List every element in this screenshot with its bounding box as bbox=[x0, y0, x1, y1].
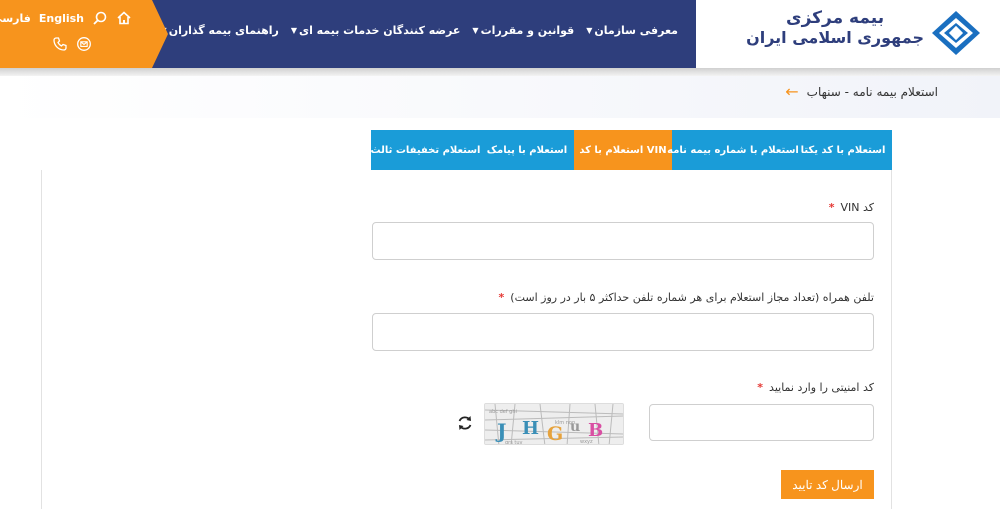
phone-input[interactable] bbox=[372, 313, 874, 351]
vin-label-text: کد VIN bbox=[840, 201, 874, 214]
phone-label: تلفن همراه (تعداد مجاز استعلام برای هر ش… bbox=[499, 291, 874, 304]
captcha-label-text: کد امنیتی را وارد نمایید bbox=[769, 381, 874, 394]
tab-policy-number[interactable]: استعلام با شماره بیمه نامه bbox=[667, 130, 799, 170]
captcha-image: abc def ghi klm nop qrs tuv wxyz J H G u B bbox=[484, 403, 624, 445]
vin-label: کد VIN * bbox=[829, 201, 874, 214]
logo-line-2: جمهوری اسلامی ایران bbox=[746, 28, 924, 47]
page-title: استعلام بیمه نامه - سنهاب bbox=[806, 84, 938, 99]
svg-text:abc def ghi: abc def ghi bbox=[489, 409, 517, 415]
submit-button[interactable]: ارسال کد تایید bbox=[781, 470, 874, 499]
vin-input[interactable] bbox=[372, 222, 874, 260]
menu-item-guide[interactable]: راهنمای بیمه گذاران ▼ bbox=[161, 24, 279, 37]
arrow-left-icon: ← bbox=[785, 82, 799, 101]
svg-text:qrs tuv: qrs tuv bbox=[505, 440, 523, 445]
logo-line-1: بیمه مرکزی bbox=[785, 8, 885, 28]
required-mark: * bbox=[757, 381, 764, 394]
english-link[interactable]: English bbox=[39, 12, 84, 25]
menu-item-label: معرفی سازمان bbox=[594, 24, 678, 37]
inquiry-tabs: استعلام با کد یکتا استعلام با شماره بیمه… bbox=[371, 130, 892, 170]
svg-text:B: B bbox=[588, 420, 603, 441]
contact-icons bbox=[52, 36, 92, 55]
svg-text:G: G bbox=[547, 423, 563, 445]
svg-text:u: u bbox=[570, 419, 580, 435]
utility-bar-pointer bbox=[152, 0, 168, 68]
home-icon[interactable] bbox=[116, 10, 132, 26]
menu-item-label: عرضه کنندگان خدمات بیمه ای bbox=[299, 24, 461, 37]
svg-text:H: H bbox=[522, 418, 539, 439]
tab-label: استعلام با کد یکتا bbox=[800, 144, 886, 156]
phone-icon[interactable] bbox=[52, 36, 68, 55]
chevron-down-icon: ▼ bbox=[290, 26, 297, 35]
svg-text:J: J bbox=[495, 419, 506, 443]
site-header: English فارسی معرفی سازمان ▼ قوانین و مق… bbox=[0, 0, 1000, 68]
chevron-down-icon: ▼ bbox=[586, 26, 593, 35]
menu-item-label: راهنمای بیمه گذاران bbox=[168, 24, 279, 37]
tab-label: استعلام با پیامک bbox=[486, 144, 568, 156]
menu-item-about[interactable]: معرفی سازمان ▼ bbox=[586, 24, 678, 37]
search-icon[interactable] bbox=[92, 10, 108, 26]
tab-label: استعلام با شماره بیمه نامه bbox=[667, 144, 799, 156]
menu-item-providers[interactable]: عرضه کنندگان خدمات بیمه ای ▼ bbox=[291, 24, 461, 37]
logo-emblem-icon[interactable] bbox=[930, 9, 982, 57]
main-menu: معرفی سازمان ▼ قوانین و مقررات ▼ عرضه کن… bbox=[161, 24, 678, 37]
required-mark: * bbox=[828, 201, 835, 214]
tab-third-party-discounts[interactable]: استعلام تخفیفات ثالث bbox=[370, 130, 481, 170]
breadcrumb: استعلام بیمه نامه - سنهاب ← bbox=[785, 82, 938, 101]
mail-icon[interactable] bbox=[76, 36, 92, 55]
tab-label: استعلام با کد VIN bbox=[579, 144, 667, 156]
header-divider bbox=[0, 68, 1000, 76]
captcha-label: کد امنیتی را وارد نمایید * bbox=[757, 381, 874, 394]
required-mark: * bbox=[498, 291, 505, 304]
language-switcher: English فارسی bbox=[0, 10, 132, 26]
captcha-input[interactable] bbox=[649, 404, 874, 441]
tab-label: استعلام تخفیفات ثالث bbox=[370, 144, 481, 156]
tab-vin[interactable]: استعلام با کد VIN bbox=[574, 130, 672, 170]
tab-unique-code[interactable]: استعلام با کد یکتا bbox=[794, 130, 892, 170]
refresh-icon[interactable] bbox=[456, 414, 474, 432]
menu-item-laws[interactable]: قوانین و مقررات ▼ bbox=[472, 24, 574, 37]
captcha-graphic: abc def ghiklm nopqrs tuv wxyz J H G u B bbox=[485, 404, 623, 445]
tab-sms[interactable]: استعلام با پیامک bbox=[480, 130, 574, 170]
phone-label-text: تلفن همراه (تعداد مجاز استعلام برای هر ش… bbox=[510, 291, 874, 304]
farsi-link[interactable]: فارسی bbox=[0, 12, 31, 25]
menu-item-label: قوانین و مقررات bbox=[480, 24, 575, 37]
chevron-down-icon: ▼ bbox=[472, 26, 479, 35]
logo-text[interactable]: بیمه مرکزی جمهوری اسلامی ایران bbox=[746, 8, 924, 48]
